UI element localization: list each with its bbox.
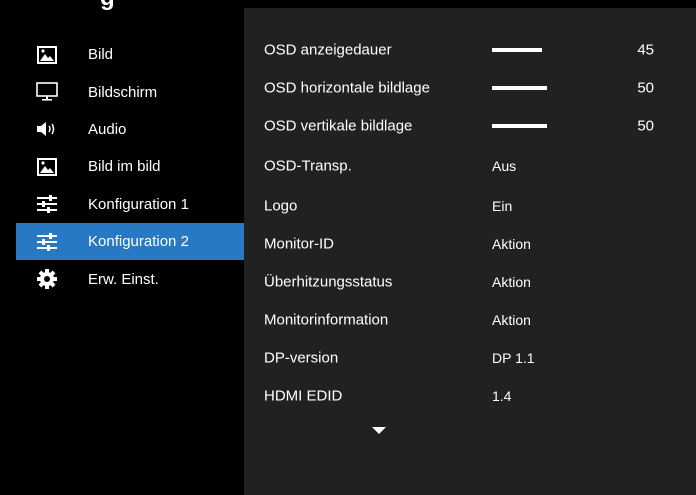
setting-row-osd-horizontale-bildlage[interactable]: OSD horizontale bildlage 50 [244, 70, 696, 106]
setting-row-hdmi-edid[interactable]: HDMI EDID 1.4 [244, 378, 696, 414]
setting-label: HDMI EDID [264, 387, 343, 405]
picture-in-picture-icon [36, 156, 58, 178]
setting-label: DP-version [264, 349, 339, 367]
sliders-icon [36, 193, 58, 215]
sidebar-item-label: Bild [88, 46, 114, 64]
sidebar-item-label: Bild im bild [88, 158, 161, 176]
sidebar-item-label: Erw. Einst. [88, 270, 159, 288]
chevron-down-icon[interactable] [372, 427, 386, 434]
sidebar-item-bild-im-bild[interactable]: Bild im bild [16, 148, 244, 185]
sidebar-item-label: Audio [88, 120, 127, 138]
setting-value: Aktion [492, 274, 531, 290]
setting-row-monitorinformation[interactable]: Monitorinformation Aktion [244, 302, 696, 338]
setting-value: 1.4 [492, 388, 512, 404]
setting-row-osd-transp[interactable]: OSD-Transp. Aus [244, 148, 696, 184]
setting-label: Monitor-ID [264, 235, 335, 253]
picture-icon [36, 44, 58, 66]
setting-label: OSD-Transp. [264, 157, 352, 175]
sidebar-item-erw-einst[interactable]: Erw. Einst. [16, 260, 244, 297]
sidebar-item-konfiguration-2[interactable]: Konfiguration 2 [16, 222, 244, 261]
menu-title-fragment: g [100, 0, 115, 12]
setting-row-monitor-id[interactable]: Monitor-ID Aktion [244, 226, 696, 262]
setting-value: DP 1.1 [492, 350, 535, 366]
sidebar-item-bildschirm[interactable]: Bildschirm [16, 73, 244, 110]
osd-vertikale-bildlage-slider[interactable] [492, 124, 547, 128]
sidebar-item-label: Bildschirm [88, 83, 158, 101]
settings-panel: OSD anzeigedauer 45 OSD horizontale bild… [244, 8, 696, 495]
setting-label: Logo [264, 197, 298, 215]
setting-row-osd-anzeigedauer[interactable]: OSD anzeigedauer 45 [244, 32, 696, 68]
setting-value: 50 [637, 117, 654, 135]
setting-row-osd-vertikale-bildlage[interactable]: OSD vertikale bildlage 50 [244, 108, 696, 144]
sidebar-item-label: Konfiguration 2 [88, 233, 189, 251]
setting-value: Ein [492, 198, 513, 214]
monitor-icon [36, 81, 58, 103]
sidebar-item-bild[interactable]: Bild [16, 36, 244, 73]
setting-value: Aus [492, 158, 517, 174]
setting-label: OSD anzeigedauer [264, 41, 392, 59]
setting-row-dp-version[interactable]: DP-version DP 1.1 [244, 340, 696, 376]
sidebar-item-konfiguration-1[interactable]: Konfiguration 1 [16, 186, 244, 223]
osd-anzeigedauer-slider[interactable] [492, 48, 542, 52]
osd-horizontale-bildlage-slider[interactable] [492, 86, 547, 90]
setting-label: Überhitzungsstatus [264, 273, 393, 291]
setting-value: Aktion [492, 236, 531, 252]
sliders-icon [36, 231, 58, 253]
setting-value: 50 [637, 79, 654, 97]
setting-label: OSD vertikale bildlage [264, 117, 413, 135]
sidebar-item-label: Konfiguration 1 [88, 195, 189, 213]
setting-value: 45 [637, 41, 654, 59]
speaker-icon [36, 118, 58, 140]
sidebar: Bild Bildschirm Audio Bild im bild Konfi… [16, 36, 244, 298]
setting-value: Aktion [492, 312, 531, 328]
setting-label: Monitorinformation [264, 311, 389, 329]
setting-row-ueberhitzungsstatus[interactable]: Überhitzungsstatus Aktion [244, 264, 696, 300]
gear-icon [36, 268, 58, 290]
setting-label: OSD horizontale bildlage [264, 79, 430, 97]
setting-row-logo[interactable]: Logo Ein [244, 188, 696, 224]
sidebar-item-audio[interactable]: Audio [16, 111, 244, 148]
